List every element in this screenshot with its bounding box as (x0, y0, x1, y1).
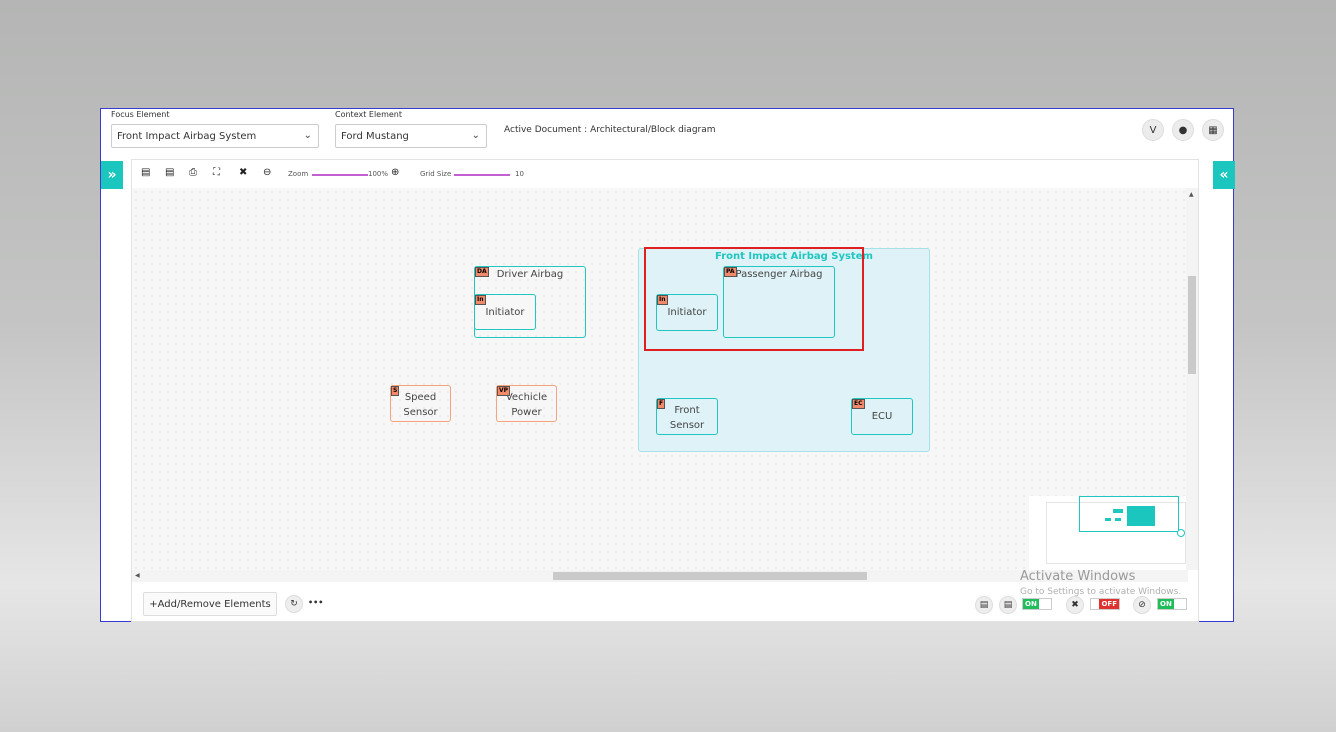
toggle-switch[interactable]: ON (1022, 598, 1052, 610)
context-element-select[interactable]: Ford Mustang ⌄ (335, 124, 487, 148)
context-element-value: Ford Mustang (341, 131, 409, 142)
minimap-resize-handle[interactable] (1177, 529, 1185, 537)
block-tag: In (475, 295, 486, 305)
activate-windows-subtext: Go to Settings to activate Windows. (1020, 587, 1182, 597)
chevron-down-icon: ⌄ (303, 130, 312, 141)
document-icon[interactable]: ▤ (999, 596, 1017, 614)
export-pdf-icon[interactable]: ▤ (165, 167, 174, 178)
block-label: Driver Airbag (496, 269, 564, 280)
scroll-up-icon[interactable]: ▲ (1189, 191, 1194, 198)
minimap[interactable] (1029, 496, 1188, 570)
grid-size-value: 10 (515, 170, 524, 178)
scroll-left-icon[interactable]: ◀ (135, 572, 140, 579)
toggle-state: ON (1158, 599, 1174, 609)
block-tag: VP (497, 386, 511, 396)
block-tag: S (391, 386, 400, 396)
unlink-icon[interactable]: ⊘ (1133, 596, 1151, 614)
minimap-block (1115, 518, 1121, 521)
fit-icon[interactable]: ✖ (239, 167, 247, 178)
vsc-icon[interactable]: V (1142, 119, 1164, 141)
print-icon[interactable]: ⎙ (189, 167, 197, 178)
block-tag: DA (475, 267, 489, 277)
block-label: Front Sensor (669, 405, 705, 431)
vehicle-power-block[interactable]: VP Vechicle Power (496, 385, 557, 422)
app-window: Focus Element Front Impact Airbag System… (100, 108, 1235, 622)
toggle-switch[interactable]: OFF (1090, 598, 1120, 610)
vertical-scrollbar[interactable]: ▲ (1186, 188, 1198, 570)
more-options-button[interactable]: ••• (308, 598, 323, 607)
zoom-value: 100% (368, 170, 389, 178)
chevron-down-icon: ⌄ (471, 130, 480, 141)
block-label: ECU (871, 411, 893, 422)
focus-element-select[interactable]: Front Impact Airbag System ⌄ (111, 124, 319, 148)
tools-icon[interactable]: ✖ (1066, 596, 1084, 614)
grid-size-label: Grid Size (420, 170, 452, 178)
minimap-block (1127, 506, 1155, 526)
speed-sensor-block[interactable]: S Speed Sensor (390, 385, 451, 422)
zoom-in-icon[interactable]: ⊕ (391, 167, 399, 178)
grid-size-slider[interactable] (454, 174, 510, 176)
active-document-label: Active Document : Architectural/Block di… (504, 125, 716, 135)
toggle-switch[interactable]: ON (1157, 598, 1187, 610)
block-label: Initiator (485, 307, 525, 318)
activate-windows-watermark: Activate Windows (1020, 569, 1136, 584)
toggle-state: ON (1023, 599, 1039, 609)
minimap-block (1105, 518, 1111, 521)
export-xml-icon[interactable]: ▤ (141, 167, 150, 178)
diagram-canvas[interactable]: DA Driver Airbag In Initiator S Speed Se… (132, 188, 1188, 570)
diagram-panel: ▤ ▤ ⎙ ⛶ ✖ ⊖ Zoom 100% ⊕ Grid Size 10 DA … (131, 159, 1199, 622)
chart-icon[interactable]: ▦ (1202, 119, 1224, 141)
block-label: Speed Sensor (403, 392, 438, 418)
block-tag: F (657, 399, 666, 409)
add-remove-elements-button[interactable]: +Add/Remove Elements (143, 592, 277, 616)
front-sensor-block[interactable]: F Front Sensor (656, 398, 718, 435)
expand-left-button[interactable]: » (101, 161, 123, 189)
block-tag: EC (852, 399, 865, 409)
focus-element-value: Front Impact Airbag System (117, 131, 257, 142)
zoom-out-icon[interactable]: ⊖ (263, 167, 271, 178)
initiator-block[interactable]: In Initiator (474, 294, 536, 330)
vertical-scroll-thumb[interactable] (1188, 276, 1196, 374)
context-element-label: Context Element (335, 110, 403, 119)
refresh-icon[interactable]: ↻ (285, 595, 303, 613)
expand-right-button[interactable]: « (1213, 161, 1235, 189)
highlight-box (644, 247, 864, 351)
toggle-state: OFF (1099, 599, 1119, 609)
focus-element-label: Focus Element (111, 110, 170, 119)
horizontal-scroll-thumb[interactable] (553, 572, 867, 580)
diagram-toolbar: ▤ ▤ ⎙ ⛶ ✖ ⊖ Zoom 100% ⊕ Grid Size 10 (132, 160, 1198, 188)
zoom-label: Zoom (288, 170, 309, 178)
drop-icon[interactable]: ● (1172, 119, 1194, 141)
minimap-block (1113, 509, 1123, 513)
document-icon[interactable]: ▤ (975, 596, 993, 614)
zoom-slider[interactable] (312, 174, 368, 176)
fullscreen-icon[interactable]: ⛶ (213, 167, 220, 178)
ecu-block[interactable]: EC ECU (851, 398, 913, 435)
